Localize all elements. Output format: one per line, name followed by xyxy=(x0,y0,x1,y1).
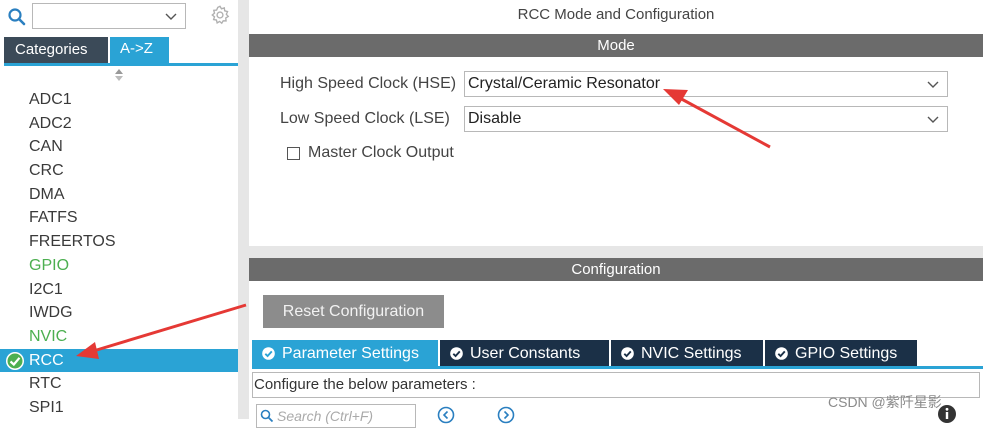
peripheral-label: SPI1 xyxy=(29,398,64,416)
tab-a-to-z[interactable]: A->Z xyxy=(110,37,169,63)
sort-arrow-icon[interactable] xyxy=(112,68,126,84)
tab-categories[interactable]: Categories xyxy=(4,37,108,63)
peripheral-label: DMA xyxy=(29,185,65,203)
lse-dropdown-value: Disable xyxy=(468,110,522,127)
section-separator[interactable] xyxy=(249,246,983,258)
peripheral-panel: Categories A->Z ADC1 ADC2 CAN CRC DMA FATFS FR… xyxy=(0,0,238,419)
peripheral-label: IWDG xyxy=(29,304,73,322)
peripheral-label: ADC2 xyxy=(29,114,72,132)
peripheral-item-rtc[interactable]: RTC xyxy=(0,372,238,396)
check-circle-icon xyxy=(450,347,463,360)
hse-dropdown[interactable]: Crystal/Ceramic Resonator xyxy=(464,71,948,97)
next-icon[interactable] xyxy=(497,406,515,424)
tab-nvic-settings[interactable]: NVIC Settings xyxy=(611,340,763,367)
tab-label: GPIO Settings xyxy=(795,345,898,362)
master-clock-output-checkbox[interactable] xyxy=(287,147,300,160)
lse-dropdown[interactable]: Disable xyxy=(464,106,948,132)
peripheral-item-spi1[interactable]: SPI1 xyxy=(0,396,238,420)
hse-label: High Speed Clock (HSE) xyxy=(280,75,457,92)
check-circle-icon xyxy=(6,351,24,370)
parameter-search-input[interactable]: Search (Ctrl+F) xyxy=(256,404,416,428)
lse-label: Low Speed Clock (LSE) xyxy=(280,110,450,127)
chevron-down-icon xyxy=(165,13,177,20)
tab-gpio-settings[interactable]: GPIO Settings xyxy=(765,340,917,367)
peripheral-label: NVIC xyxy=(29,327,68,345)
hse-dropdown-value: Crystal/Ceramic Resonator xyxy=(468,75,661,92)
tab-user-constants[interactable]: User Constants xyxy=(440,340,609,367)
peripheral-label: RCC xyxy=(29,351,64,369)
peripheral-label: ADC1 xyxy=(29,91,72,108)
configuration-header: Configuration xyxy=(249,258,983,281)
peripheral-label: RTC xyxy=(29,375,62,393)
peripheral-item-can[interactable]: CAN xyxy=(0,135,238,159)
peripheral-label: CRC xyxy=(29,162,64,180)
peripheral-item-crc[interactable]: CRC xyxy=(0,159,238,183)
check-circle-icon xyxy=(262,347,275,360)
peripheral-label: FREERTOS xyxy=(29,233,116,251)
peripheral-item-gpio[interactable]: GPIO xyxy=(0,254,238,278)
peripheral-label: CAN xyxy=(29,138,63,156)
peripheral-item-dma[interactable]: DMA xyxy=(0,183,238,207)
peripheral-label: GPIO xyxy=(29,256,70,274)
peripheral-list: ADC1 ADC2 CAN CRC DMA FATFS FREERTOS GPIO I2C1 IW… xyxy=(0,88,238,420)
tab-label: Parameter Settings xyxy=(282,345,419,362)
mode-header: Mode xyxy=(249,34,983,57)
search-icon[interactable] xyxy=(7,7,27,27)
peripheral-item-rcc[interactable]: RCC xyxy=(0,348,238,373)
rcc-configuration-panel: RCC Mode and Configuration Mode High Spe… xyxy=(249,0,983,428)
peripheral-item-nvic[interactable]: NVIC xyxy=(0,325,238,349)
check-circle-icon xyxy=(621,347,634,360)
panel-divider[interactable] xyxy=(238,0,249,419)
peripheral-label: I2C1 xyxy=(29,280,63,298)
gear-icon[interactable] xyxy=(209,4,231,26)
tab-label: NVIC Settings xyxy=(641,345,742,362)
chevron-down-icon xyxy=(927,116,939,123)
tab-parameter-settings[interactable]: Parameter Settings xyxy=(252,340,438,367)
peripheral-item-freertos[interactable]: FREERTOS xyxy=(0,230,238,254)
search-row xyxy=(0,0,238,34)
peripheral-item-adc2[interactable]: ADC2 xyxy=(0,112,238,136)
peripheral-item-fatfs[interactable]: FATFS xyxy=(0,206,238,230)
page-title: RCC Mode and Configuration xyxy=(517,6,715,23)
watermark: CSDN @紫阡星影 xyxy=(828,394,942,410)
tabs-underline xyxy=(4,63,238,66)
prev-icon[interactable] xyxy=(437,406,455,424)
peripheral-item-adc1[interactable]: ADC1 xyxy=(0,88,238,112)
search-dropdown[interactable] xyxy=(32,3,186,29)
reset-configuration-button[interactable]: Reset Configuration xyxy=(263,295,444,328)
master-clock-output-label: Master Clock Output xyxy=(308,144,454,161)
tab-label: User Constants xyxy=(470,345,581,362)
sort-tabs: Categories A->Z xyxy=(0,37,238,65)
chevron-down-icon xyxy=(927,81,939,88)
check-circle-icon xyxy=(775,347,788,360)
peripheral-item-iwdg[interactable]: IWDG xyxy=(0,301,238,325)
search-placeholder: Search (Ctrl+F) xyxy=(277,408,374,424)
search-icon xyxy=(260,409,274,423)
tabs-underline xyxy=(252,366,983,369)
peripheral-item-i2c1[interactable]: I2C1 xyxy=(0,278,238,302)
peripheral-label: FATFS xyxy=(29,209,78,227)
